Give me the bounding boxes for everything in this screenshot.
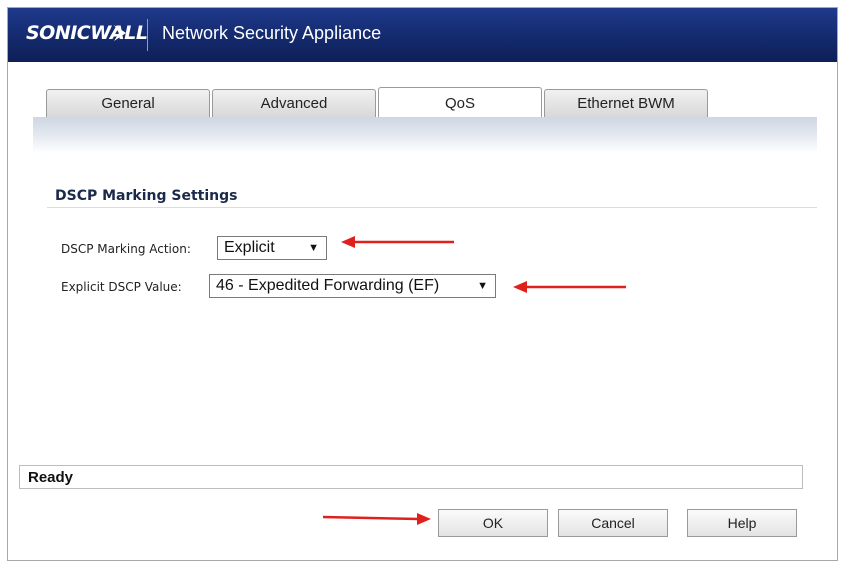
dscp-marking-action-label: DSCP Marking Action: <box>61 242 191 256</box>
ok-button[interactable]: OK <box>438 509 548 537</box>
dialog-window: SONICWALL Network Security Appliance Gen… <box>7 7 838 561</box>
explicit-dscp-value-select[interactable]: 46 - Expedited Forwarding (EF) ▼ <box>209 274 496 298</box>
chevron-down-icon: ▼ <box>308 242 319 254</box>
dscp-marking-action-select[interactable]: Explicit ▼ <box>217 236 327 260</box>
cancel-button[interactable]: Cancel <box>558 509 668 537</box>
annotation-arrow-icon <box>322 513 431 525</box>
section-divider <box>47 207 817 208</box>
status-bar: Ready <box>19 465 803 489</box>
status-text: Ready <box>28 469 74 486</box>
help-button[interactable]: Help <box>687 509 797 537</box>
tab-content-strip <box>33 117 817 153</box>
dscp-marking-action-value: Explicit <box>224 239 275 256</box>
explicit-dscp-value-label: Explicit DSCP Value: <box>61 280 182 294</box>
explicit-dscp-value-value: 46 - Expedited Forwarding (EF) <box>216 277 440 294</box>
app-title: Network Security Appliance <box>162 23 382 43</box>
tab-ethernet-bwm[interactable]: Ethernet BWM <box>544 89 708 119</box>
section-title: DSCP Marking Settings <box>55 188 238 204</box>
annotation-arrow-icon <box>513 281 626 293</box>
tab-qos[interactable]: QoS <box>378 87 542 119</box>
app-header: SONICWALL Network Security Appliance <box>8 8 837 62</box>
header-divider <box>147 19 148 51</box>
chevron-down-icon: ▼ <box>477 280 488 292</box>
tab-general[interactable]: General <box>46 89 210 119</box>
logo-swoosh-icon <box>114 25 126 41</box>
tab-advanced[interactable]: Advanced <box>212 89 376 119</box>
annotation-arrow-icon <box>341 236 454 248</box>
